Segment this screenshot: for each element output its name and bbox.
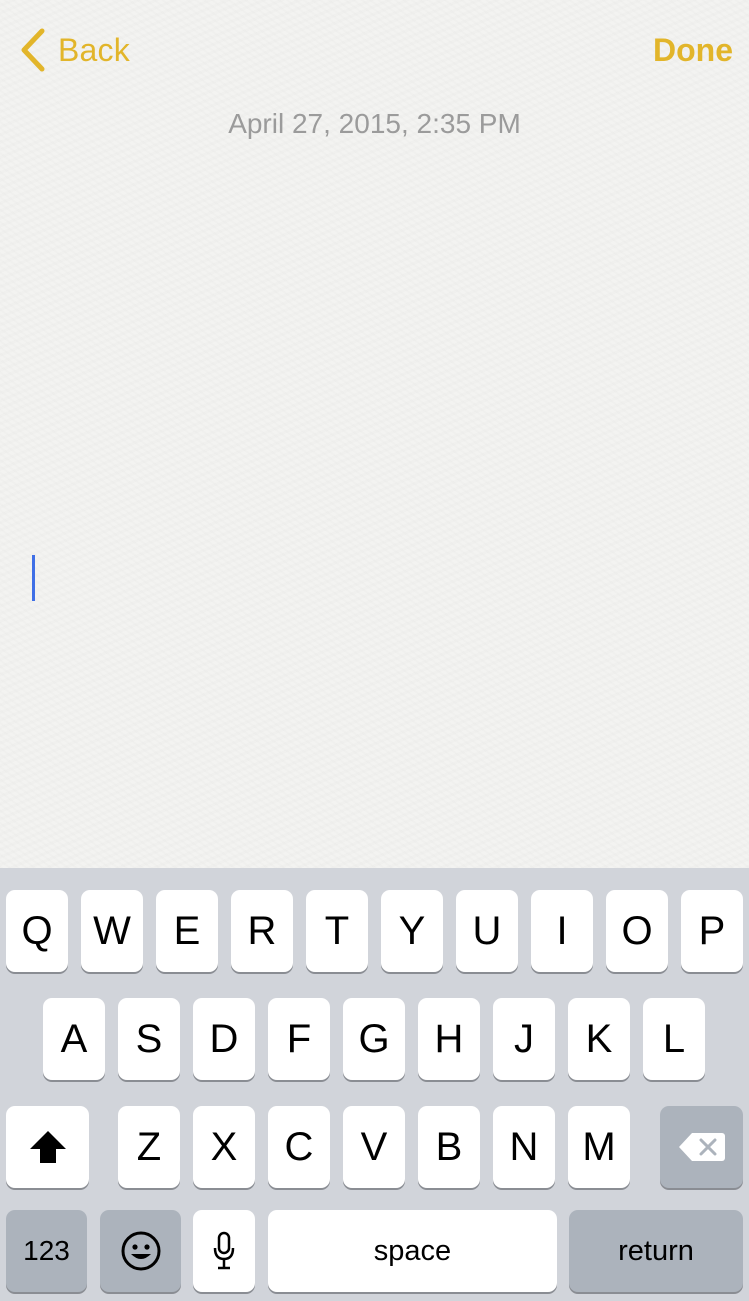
key-label: W (93, 908, 131, 953)
key-label: E (173, 908, 201, 953)
key-label: T (324, 908, 350, 953)
key-a[interactable]: A (43, 998, 105, 1080)
key-label: K (585, 1016, 613, 1061)
key-q[interactable]: Q (6, 890, 68, 972)
return-key-label: return (618, 1234, 694, 1267)
space-key[interactable]: space (268, 1210, 557, 1292)
microphone-icon (213, 1231, 235, 1270)
key-k[interactable]: K (568, 998, 630, 1080)
chevron-left-icon (21, 28, 45, 72)
delete-key[interactable] (660, 1106, 743, 1188)
key-h[interactable]: H (418, 998, 480, 1080)
key-label: G (358, 1016, 390, 1061)
key-label: Z (136, 1124, 162, 1169)
key-label: C (284, 1124, 314, 1169)
key-label: Y (398, 908, 426, 953)
key-m[interactable]: M (568, 1106, 630, 1188)
key-label: F (286, 1016, 312, 1061)
key-u[interactable]: U (456, 890, 518, 972)
note-date: April 27, 2015, 2:35 PM (228, 108, 521, 139)
key-l[interactable]: L (643, 998, 705, 1080)
key-b[interactable]: B (418, 1106, 480, 1188)
back-label: Back (58, 31, 130, 68)
keyboard: Q W E R T Y U I O P A S D F G H J K L Z … (0, 868, 749, 1301)
key-label: D (209, 1016, 239, 1061)
shift-arrow-icon (29, 1131, 66, 1163)
key-label: A (60, 1016, 88, 1061)
key-x[interactable]: X (193, 1106, 255, 1188)
key-d[interactable]: D (193, 998, 255, 1080)
key-label: M (582, 1124, 616, 1169)
back-button[interactable]: Back (18, 26, 130, 74)
key-label: X (210, 1124, 238, 1169)
key-o[interactable]: O (606, 890, 668, 972)
done-button[interactable]: Done (653, 26, 733, 74)
key-r[interactable]: R (231, 890, 293, 972)
key-s[interactable]: S (118, 998, 180, 1080)
key-y[interactable]: Y (381, 890, 443, 972)
key-label: I (556, 908, 568, 953)
key-v[interactable]: V (343, 1106, 405, 1188)
key-i[interactable]: I (531, 890, 593, 972)
emoji-key[interactable] (100, 1210, 181, 1292)
key-j[interactable]: J (493, 998, 555, 1080)
key-label: N (509, 1124, 539, 1169)
key-label: J (514, 1016, 534, 1061)
key-label: O (621, 908, 653, 953)
key-z[interactable]: Z (118, 1106, 180, 1188)
key-g[interactable]: G (343, 998, 405, 1080)
space-key-label: space (373, 1234, 452, 1267)
key-label: S (135, 1016, 163, 1061)
key-label: P (698, 908, 726, 953)
note-editor[interactable]: Back Done April 27, 2015, 2:35 PM (0, 0, 749, 868)
key-label: H (434, 1016, 464, 1061)
shift-key[interactable] (6, 1106, 89, 1188)
key-t[interactable]: T (306, 890, 368, 972)
numbers-key-label: 123 (23, 1235, 70, 1266)
key-w[interactable]: W (81, 890, 143, 972)
smiley-icon (121, 1231, 160, 1271)
key-label: L (662, 1016, 686, 1061)
backspace-icon (678, 1133, 725, 1161)
key-label: V (360, 1124, 388, 1169)
numbers-key[interactable]: 123 (6, 1210, 87, 1292)
key-e[interactable]: E (156, 890, 218, 972)
key-c[interactable]: C (268, 1106, 330, 1188)
key-label: U (472, 908, 502, 953)
return-key[interactable]: return (569, 1210, 743, 1292)
key-f[interactable]: F (268, 998, 330, 1080)
key-label: Q (21, 908, 53, 953)
key-label: B (435, 1124, 463, 1169)
key-label: R (247, 908, 277, 953)
text-cursor (32, 555, 35, 601)
key-p[interactable]: P (681, 890, 743, 972)
key-n[interactable]: N (493, 1106, 555, 1188)
dictation-key[interactable] (193, 1210, 255, 1292)
